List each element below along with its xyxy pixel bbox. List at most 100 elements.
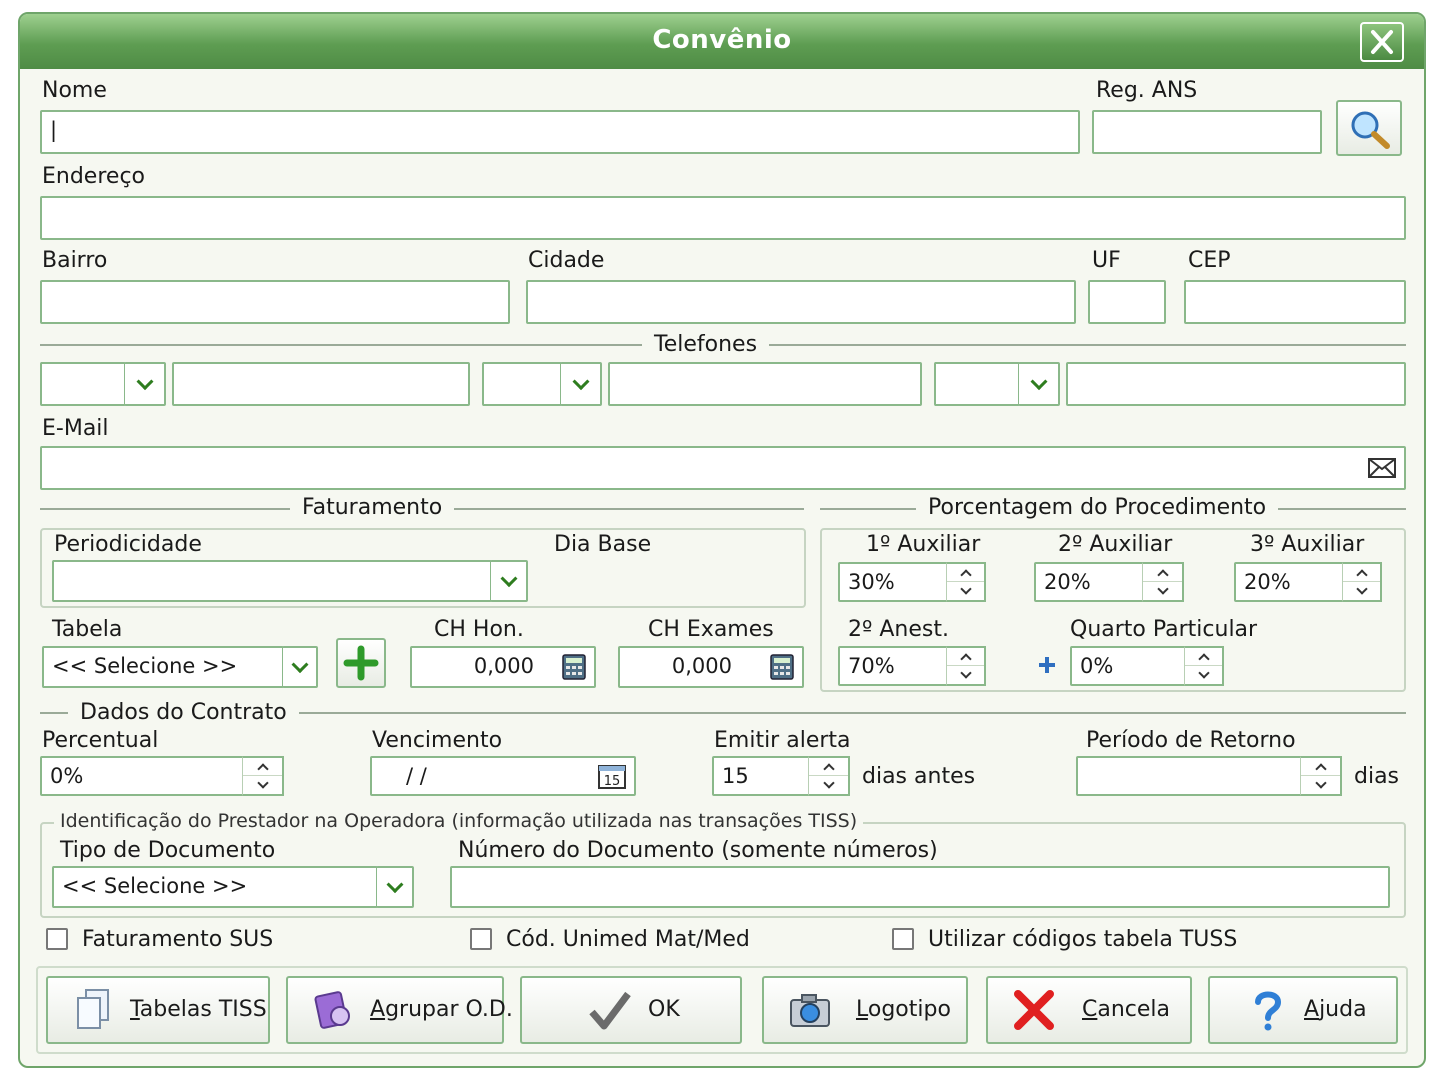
endereco-label: Endereço [42,164,145,189]
dias-antes-label: dias antes [862,764,976,789]
periodicidade-dropdown[interactable] [490,560,528,602]
quarto-input[interactable]: 0% [1070,646,1188,686]
emitir-alerta-label: Emitir alerta [714,728,851,753]
add-tabela-button[interactable] [336,638,386,688]
emitir-alerta-spinner[interactable] [808,756,850,796]
tuss-label[interactable]: Utilizar códigos tabela TUSS [928,927,1237,952]
aux3-input[interactable]: 20% [1234,562,1346,602]
email-label: E-Mail [42,416,109,441]
vencimento-label: Vencimento [372,728,503,753]
reg-ans-input[interactable] [1092,110,1322,154]
checkmark-icon [589,991,631,1030]
nome-label: Nome [42,78,107,103]
phone1-type-dropdown[interactable] [124,362,166,406]
question-icon [1255,991,1282,1031]
cod-unimed-checkbox[interactable] [470,928,492,950]
aux1-spinner[interactable] [946,562,986,602]
tipo-documento-select[interactable]: << Selecione >> [52,866,378,908]
phone3-input[interactable] [1066,362,1406,406]
periodo-retorno-input[interactable] [1076,756,1304,796]
phone2-type-select[interactable] [482,362,562,406]
contrato-title: Dados do Contrato [68,700,299,725]
cancela-button[interactable]: Cancela [986,976,1192,1044]
tuss-checkbox[interactable] [892,928,914,950]
anest2-label: 2º Anest. [848,617,949,642]
aux1-input[interactable]: 30% [838,562,950,602]
agrupar-od-label: Agrupar O.D. [370,997,513,1022]
anest2-spinner[interactable] [946,646,986,686]
ch-exames-label: CH Exames [648,617,774,642]
agrupar-od-button[interactable]: Agrupar O.D. [286,976,513,1044]
window-title: Convênio [652,25,792,55]
periodicidade-label: Periodicidade [54,532,202,557]
close-button[interactable] [1360,22,1404,62]
faturamento-sus-label[interactable]: Faturamento SUS [82,927,273,952]
phone3-type-dropdown[interactable] [1018,362,1060,406]
ok-label: OK [648,997,680,1022]
cidade-label: Cidade [528,248,605,273]
email-input[interactable] [40,446,1406,490]
emitir-alerta-input[interactable]: 15 [712,756,810,796]
periodo-retorno-spinner[interactable] [1300,756,1342,796]
close-icon [1371,30,1393,54]
uf-input[interactable] [1088,280,1166,324]
logotipo-label: Logotipo [856,997,951,1022]
cep-input[interactable] [1184,280,1406,324]
telefones-title: Telefones [642,332,770,357]
documents-icon [77,989,109,1029]
camera-icon [790,994,830,1027]
percentual-spinner[interactable] [242,756,284,796]
search-icon [1351,111,1390,149]
tabela-dropdown[interactable] [282,646,318,688]
logotipo-button[interactable]: Logotipo [762,976,968,1044]
dias-label: dias [1354,764,1400,789]
aux1-label: 1º Auxiliar [866,532,981,557]
numero-documento-input[interactable] [450,866,1390,908]
phone3-type-select[interactable] [934,362,1020,406]
endereco-input[interactable] [40,196,1406,240]
porcentagem-title: Porcentagem do Procedimento [916,495,1279,520]
reg-ans-label: Reg. ANS [1096,78,1198,103]
search-button[interactable] [1336,100,1402,156]
tabelas-tiss-button[interactable]: Tabelas TISS [46,976,270,1044]
tipo-documento-dropdown[interactable] [376,866,414,908]
cancela-label: Cancela [1082,997,1171,1022]
quarto-spinner[interactable] [1184,646,1224,686]
ok-button[interactable]: OK [520,976,742,1044]
percentual-label: Percentual [42,728,159,753]
aux2-spinner[interactable] [1142,562,1184,602]
phone1-type-select[interactable] [40,362,126,406]
plus-icon [1039,657,1055,673]
periodo-retorno-label: Período de Retorno [1086,728,1296,753]
periodicidade-select[interactable] [52,560,492,602]
faturamento-sus-checkbox[interactable] [46,928,68,950]
bairro-label: Bairro [42,248,108,273]
aux2-input[interactable]: 20% [1034,562,1146,602]
phone2-input[interactable] [608,362,922,406]
svg-text:15: 15 [604,774,621,789]
cod-unimed-label[interactable]: Cód. Unimed Mat/Med [506,927,750,952]
faturamento-title: Faturamento [290,495,455,520]
nome-input[interactable]: | [40,110,1080,154]
ch-hon-label: CH Hon. [434,617,524,642]
calculator-icon[interactable] [770,654,794,680]
aux3-label: 3º Auxiliar [1250,532,1365,557]
phone1-input[interactable] [172,362,470,406]
calendar-icon[interactable]: 15 [598,762,628,790]
tabela-select[interactable]: << Selecione >> [42,646,284,688]
envelope-icon[interactable] [1368,458,1396,478]
cidade-input[interactable] [526,280,1076,324]
aux3-spinner[interactable] [1342,562,1382,602]
group-icon [314,991,350,1029]
quarto-label: Quarto Particular [1070,617,1258,642]
tipo-documento-label: Tipo de Documento [60,838,276,863]
calculator-icon[interactable] [562,654,586,680]
ajuda-button[interactable]: Ajuda [1208,976,1398,1044]
vencimento-input[interactable]: / / [370,756,636,796]
uf-label: UF [1092,248,1121,273]
anest2-input[interactable]: 70% [838,646,950,686]
phone2-type-dropdown[interactable] [560,362,602,406]
bairro-input[interactable] [40,280,510,324]
percentual-input[interactable]: 0% [40,756,246,796]
aux2-label: 2º Auxiliar [1058,532,1173,557]
